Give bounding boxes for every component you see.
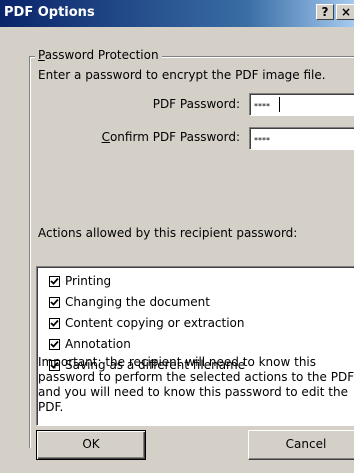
check-icon: [50, 277, 59, 285]
important-note: Important: the recipient will need to kn…: [38, 355, 354, 414]
list-item-label: Changing the document: [65, 295, 210, 309]
list-item-label: Content copying or extraction: [65, 316, 245, 330]
window-title: PDF Options: [4, 5, 95, 20]
list-item-copying[interactable]: Content copying or extraction: [37, 313, 354, 334]
checkbox-copying[interactable]: [49, 318, 60, 329]
list-item-annotation[interactable]: Annotation: [37, 334, 354, 355]
cancel-button[interactable]: Cancel: [248, 430, 354, 460]
help-button[interactable]: ?: [316, 4, 334, 20]
legend-rest: assword Protection: [44, 48, 159, 62]
checkbox-printing[interactable]: [49, 276, 60, 287]
title-bar: PDF Options ? ×: [0, 0, 354, 27]
checkbox-annotation[interactable]: [49, 339, 60, 350]
list-item-label: Printing: [65, 274, 112, 288]
list-item-label: Annotation: [65, 337, 131, 351]
pdf-password-field[interactable]: [249, 93, 354, 116]
close-button[interactable]: ×: [336, 4, 354, 20]
check-icon: [50, 340, 59, 348]
confirm-password-label: Confirm PDF Password:: [40, 130, 240, 144]
check-icon: [50, 319, 59, 327]
list-item-changing[interactable]: Changing the document: [37, 292, 354, 313]
list-item-printing[interactable]: Printing: [37, 271, 354, 292]
group-legend: Password Protection: [35, 48, 162, 62]
checkbox-changing[interactable]: [49, 297, 60, 308]
confirm-label-rest: onfirm PDF Password:: [109, 130, 240, 144]
check-icon: [50, 298, 59, 306]
text-caret: [279, 97, 280, 112]
ok-button[interactable]: OK: [36, 430, 146, 460]
confirm-password-field[interactable]: [249, 127, 354, 150]
actions-label: Actions allowed by this recipient passwo…: [38, 226, 298, 240]
info-text: Enter a password to encrypt the PDF imag…: [38, 68, 326, 82]
confirm-mnemonic: C: [101, 130, 110, 144]
pdf-password-label: PDF Password:: [152, 97, 240, 111]
legend-mnemonic: P: [38, 48, 45, 62]
